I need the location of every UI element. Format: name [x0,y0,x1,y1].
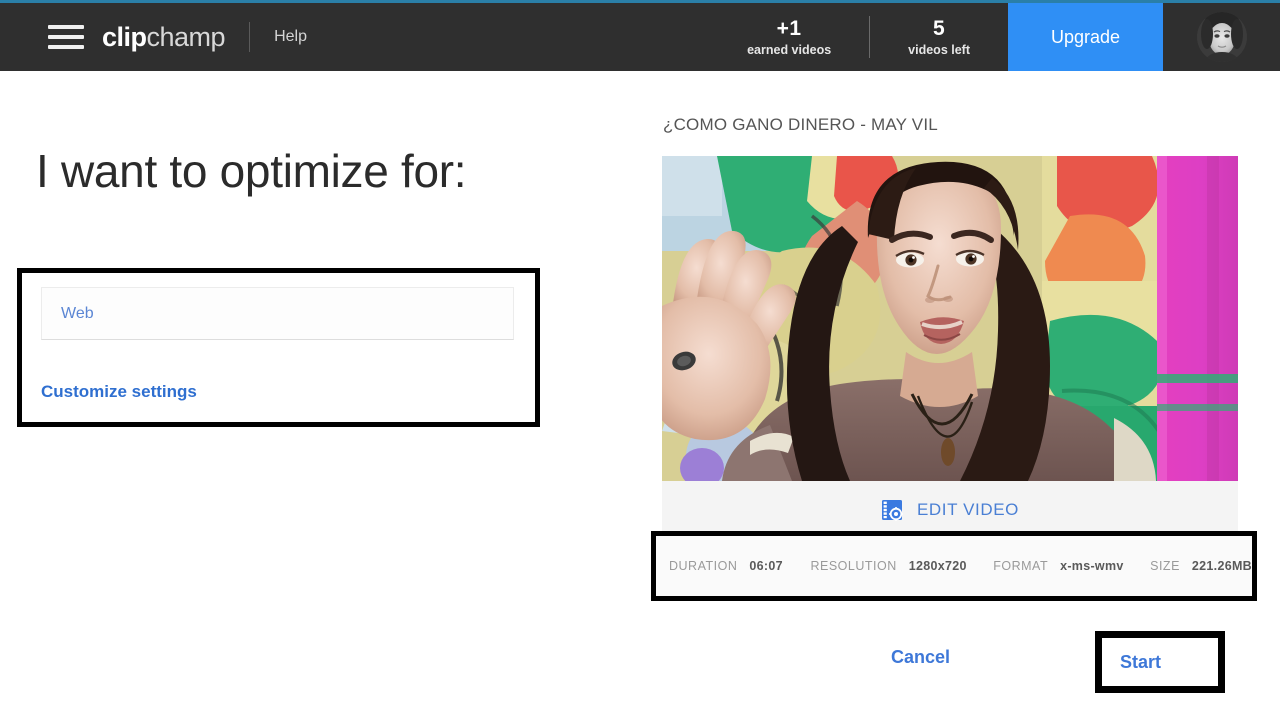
metadata-duration: DURATION 06:07 [669,559,783,573]
earned-videos-count: +1 [776,16,802,40]
metadata-resolution: RESOLUTION 1280x720 [810,559,966,573]
upgrade-button[interactable]: Upgrade [1008,3,1163,71]
customize-settings-link[interactable]: Customize settings [41,382,197,402]
video-panel: ¿COMO GANO DINERO - MAY VIL EDIT VIDEO D… [600,71,1280,720]
start-button-label: Start [1120,651,1162,672]
app-header: clipchamp Help +1 earned videos 5 videos… [0,3,1280,71]
optimize-options-box: Web Customize settings [17,268,540,427]
stat-earned-videos: +1 earned videos [709,17,869,57]
film-gear-icon [881,499,903,521]
videos-left-count: 5 [932,16,946,40]
page-title: I want to optimize for: [36,145,467,197]
help-link[interactable]: Help [274,28,307,46]
avatar-zone [1163,3,1280,71]
stat-videos-left: 5 videos left [870,17,1008,57]
edit-video-label: EDIT VIDEO [916,500,1020,519]
video-title: ¿COMO GANO DINERO - MAY VIL [663,115,938,134]
brand-zone: clipchamp Help [0,3,307,71]
metadata-duration-key: DURATION [669,559,738,573]
preset-select-value: Web [61,304,94,322]
avatar[interactable] [1196,12,1247,62]
video-metadata-row: DURATION 06:07 RESOLUTION 1280x720 FORMA… [656,559,1252,573]
videos-left-label: videos left [908,43,970,58]
cancel-button[interactable]: Cancel [891,647,950,668]
metadata-size-value: 221.26MB [1191,559,1252,573]
hamburger-menu-icon[interactable] [48,25,84,49]
stats-zone: +1 earned videos 5 videos left [709,3,1008,71]
preset-select[interactable]: Web [41,287,514,340]
clipchamp-logo[interactable]: clipchamp [102,21,226,53]
metadata-resolution-key: RESOLUTION [810,559,897,573]
metadata-format-key: FORMAT [993,559,1049,573]
metadata-format: FORMAT x-ms-wmv [993,559,1123,573]
optimize-panel: I want to optimize for: Web Customize se… [0,71,600,720]
header-spacer [307,3,709,71]
metadata-resolution-value: 1280x720 [908,559,967,573]
video-metadata-box: DURATION 06:07 RESOLUTION 1280x720 FORMA… [651,531,1257,601]
start-button[interactable]: Start [1095,631,1225,693]
logo-text-clip: clip [102,21,147,52]
metadata-format-value: x-ms-wmv [1060,559,1124,573]
metadata-size: SIZE 221.26MB [1150,559,1252,573]
header-divider [249,22,251,52]
metadata-duration-value: 06:07 [749,559,783,573]
earned-videos-label: earned videos [747,43,832,58]
logo-text-champ: champ [146,21,226,52]
metadata-size-key: SIZE [1150,559,1180,573]
video-thumbnail[interactable] [662,156,1238,481]
